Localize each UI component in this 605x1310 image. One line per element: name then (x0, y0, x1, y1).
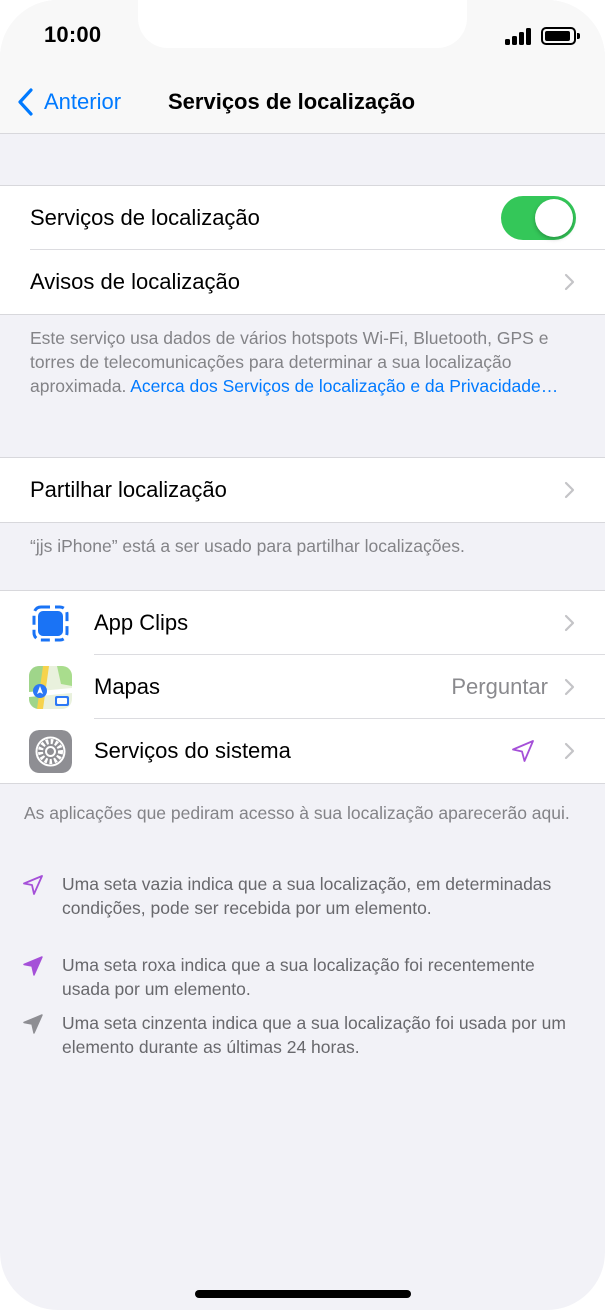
apps-footnote: As aplicações que pediram acesso à sua l… (24, 803, 570, 823)
legend-item-purple-arrow: Uma seta roxa indica que a sua localizaç… (20, 953, 580, 1001)
battery-icon (541, 27, 580, 45)
back-button[interactable]: Anterior (16, 86, 121, 118)
share-location-label: Partilhar localização (30, 477, 227, 502)
cellular-signal-icon (505, 28, 533, 45)
location-settings-group: Serviços de localização Avisos de locali… (0, 185, 605, 315)
maps-icon (29, 666, 72, 709)
system-services-label: Serviços do sistema (94, 738, 291, 763)
location-arrow-hollow-icon (23, 875, 43, 895)
page-title: Serviços de localização (168, 89, 416, 114)
home-indicator[interactable] (195, 1290, 411, 1298)
location-alerts-label: Avisos de localização (30, 269, 240, 294)
navigation-bar: Anterior Serviços de localização (0, 70, 605, 134)
chevron-right-icon (564, 742, 575, 760)
back-button-label: Anterior (44, 89, 122, 114)
legend-item-gray-arrow: Uma seta cinzenta indica que a sua local… (20, 1011, 580, 1059)
legend-item-hollow-arrow: Uma seta vazia indica que a sua localiza… (20, 872, 580, 920)
share-location-row[interactable]: Partilhar localização (0, 458, 605, 522)
chevron-right-icon (564, 273, 575, 291)
chevron-right-icon (564, 481, 575, 499)
app-row-app-clips[interactable]: App Clips (0, 591, 605, 655)
legend-text: Uma seta cinzenta indica que a sua local… (62, 1013, 566, 1057)
share-footnote: “jjs iPhone” está a ser usado para parti… (30, 536, 465, 556)
status-bar: 10:00 (0, 0, 605, 70)
app-clips-label: App Clips (94, 610, 189, 635)
legend-text: Uma seta vazia indica que a sua localiza… (62, 874, 552, 918)
apps-group: App Clips Mapas Perguntar Serviços do si… (0, 590, 605, 784)
location-services-toggle[interactable] (501, 196, 576, 240)
notch (138, 0, 467, 48)
location-alerts-row[interactable]: Avisos de localização (0, 250, 605, 314)
app-row-maps[interactable]: Mapas Perguntar (0, 655, 605, 719)
maps-permission-value: Perguntar (451, 674, 548, 699)
app-clips-icon (29, 602, 72, 645)
location-services-row: Serviços de localização (0, 186, 605, 250)
privacy-link[interactable]: Acerca dos Serviços de localização e da … (130, 376, 558, 396)
maps-label: Mapas (94, 674, 161, 699)
chevron-right-icon (564, 614, 575, 632)
location-arrow-filled-gray-icon (23, 1014, 43, 1034)
location-arrow-hollow-icon (512, 740, 534, 762)
phone-screen: 10:00 Anterior Serviços de localização S… (0, 0, 605, 1310)
chevron-right-icon (564, 678, 575, 696)
share-location-group: Partilhar localização (0, 457, 605, 523)
app-row-system-services[interactable]: Serviços do sistema (0, 719, 605, 783)
legend-text: Uma seta roxa indica que a sua localizaç… (62, 955, 535, 999)
toggle-knob (535, 199, 573, 237)
chevron-left-icon (18, 88, 33, 116)
settings-gear-icon (29, 730, 72, 773)
status-time: 10:00 (44, 22, 102, 47)
location-services-label: Serviços de localização (30, 205, 260, 230)
location-info-footnote: Este serviço usa dados de vários hotspot… (30, 326, 585, 398)
location-arrow-filled-purple-icon (23, 956, 43, 976)
